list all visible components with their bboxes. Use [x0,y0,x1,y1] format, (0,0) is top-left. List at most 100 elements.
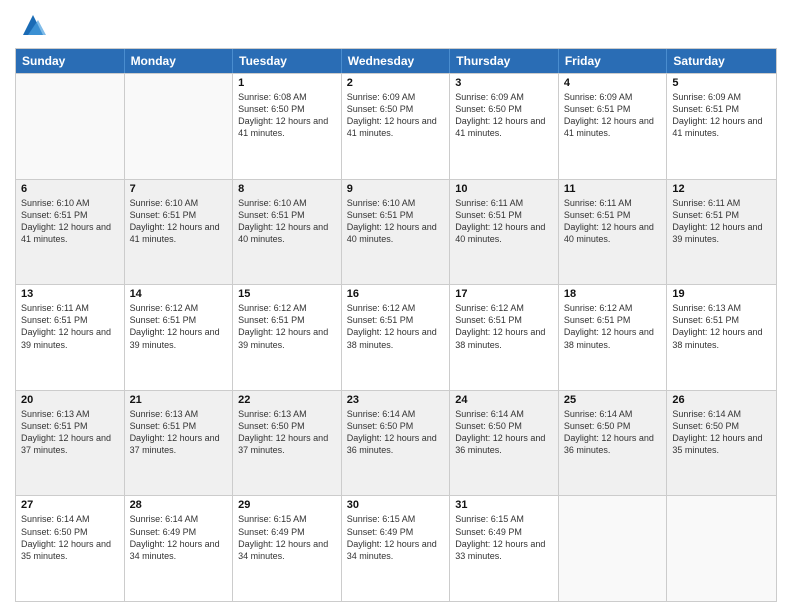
calendar-cell: 22 Sunrise: 6:13 AM Sunset: 6:50 PM Dayli… [233,391,342,496]
cell-info: Sunrise: 6:13 AM Sunset: 6:50 PM Dayligh… [238,408,336,457]
calendar-row-5: 27 Sunrise: 6:14 AM Sunset: 6:50 PM Dayli… [16,495,776,601]
day-number: 16 [347,288,445,300]
calendar-cell: 23Sunrise: 6:14 AM Sunset: 6:50 PM Dayli… [342,391,451,496]
calendar-cell: 1 Sunrise: 6:08 AM Sunset: 6:50 PM Daylig… [233,74,342,179]
calendar-cell [667,496,776,601]
calendar-row-1: 1 Sunrise: 6:08 AM Sunset: 6:50 PM Daylig… [16,73,776,179]
calendar-row-2: 6 Sunrise: 6:10 AM Sunset: 6:51 PM Daylig… [16,179,776,285]
day-number: 6 [21,183,119,195]
calendar-cell: 16Sunrise: 6:12 AM Sunset: 6:51 PM Dayli… [342,285,451,390]
day-number: 12 [672,183,771,195]
calendar-cell: 30 Sunrise: 6:15 AM Sunset: 6:49 PM Dayli… [342,496,451,601]
day-number: 1 [238,77,336,89]
calendar-cell [125,74,234,179]
cell-info: Sunrise: 6:10 AM Sunset: 6:51 PM Dayligh… [130,197,228,246]
cell-info: Sunrise: 6:12 AM Sunset: 6:51 PM Dayligh… [130,302,228,351]
day-number: 31 [455,499,553,511]
day-number: 13 [21,288,119,300]
day-number: 29 [238,499,336,511]
day-number: 2 [347,77,445,89]
day-number: 27 [21,499,119,511]
calendar-cell: 11Sunrise: 6:11 AM Sunset: 6:51 PM Dayli… [559,180,668,285]
day-number: 14 [130,288,228,300]
day-number: 10 [455,183,553,195]
calendar-cell: 17Sunrise: 6:12 AM Sunset: 6:51 PM Dayli… [450,285,559,390]
day-number: 21 [130,394,228,406]
cell-info: Sunrise: 6:14 AM Sunset: 6:50 PM Dayligh… [21,513,119,562]
day-number: 4 [564,77,662,89]
header-day-wednesday: Wednesday [342,49,451,73]
calendar-cell: 12 Sunrise: 6:11 AM Sunset: 6:51 PM Dayli… [667,180,776,285]
logo [15,10,48,40]
calendar-cell: 28 Sunrise: 6:14 AM Sunset: 6:49 PM Dayli… [125,496,234,601]
calendar-cell: 6 Sunrise: 6:10 AM Sunset: 6:51 PM Daylig… [16,180,125,285]
day-number: 22 [238,394,336,406]
calendar-cell: 5 Sunrise: 6:09 AM Sunset: 6:51 PM Daylig… [667,74,776,179]
day-number: 28 [130,499,228,511]
cell-info: Sunrise: 6:09 AM Sunset: 6:51 PM Dayligh… [672,91,771,140]
calendar-row-4: 20 Sunrise: 6:13 AM Sunset: 6:51 PM Dayli… [16,390,776,496]
day-number: 5 [672,77,771,89]
day-number: 25 [564,394,662,406]
calendar-cell: 31 Sunrise: 6:15 AM Sunset: 6:49 PM Dayli… [450,496,559,601]
cell-info: Sunrise: 6:14 AM Sunset: 6:50 PM Dayligh… [564,408,662,457]
header-day-monday: Monday [125,49,234,73]
day-number: 20 [21,394,119,406]
day-number: 3 [455,77,553,89]
day-number: 30 [347,499,445,511]
cell-info: Sunrise: 6:09 AM Sunset: 6:50 PM Dayligh… [455,91,553,140]
day-number: 26 [672,394,771,406]
calendar-cell: 27 Sunrise: 6:14 AM Sunset: 6:50 PM Dayli… [16,496,125,601]
calendar-cell: 19Sunrise: 6:13 AM Sunset: 6:51 PM Dayli… [667,285,776,390]
cell-info: Sunrise: 6:12 AM Sunset: 6:51 PM Dayligh… [238,302,336,351]
calendar-cell [16,74,125,179]
calendar-cell: 25 Sunrise: 6:14 AM Sunset: 6:50 PM Dayli… [559,391,668,496]
calendar-header: SundayMondayTuesdayWednesdayThursdayFrid… [16,49,776,73]
cell-info: Sunrise: 6:08 AM Sunset: 6:50 PM Dayligh… [238,91,336,140]
calendar-cell: 9Sunrise: 6:10 AM Sunset: 6:51 PM Daylig… [342,180,451,285]
calendar-cell: 4 Sunrise: 6:09 AM Sunset: 6:51 PM Daylig… [559,74,668,179]
cell-info: Sunrise: 6:10 AM Sunset: 6:51 PM Dayligh… [238,197,336,246]
cell-info: Sunrise: 6:12 AM Sunset: 6:51 PM Dayligh… [564,302,662,351]
header [15,10,777,40]
day-number: 23 [347,394,445,406]
cell-info: Sunrise: 6:11 AM Sunset: 6:51 PM Dayligh… [21,302,119,351]
day-number: 8 [238,183,336,195]
calendar-cell: 7Sunrise: 6:10 AM Sunset: 6:51 PM Daylig… [125,180,234,285]
cell-info: Sunrise: 6:15 AM Sunset: 6:49 PM Dayligh… [455,513,553,562]
logo-icon [18,10,48,40]
cell-info: Sunrise: 6:13 AM Sunset: 6:51 PM Dayligh… [672,302,771,351]
cell-info: Sunrise: 6:15 AM Sunset: 6:49 PM Dayligh… [238,513,336,562]
cell-info: Sunrise: 6:11 AM Sunset: 6:51 PM Dayligh… [455,197,553,246]
day-number: 15 [238,288,336,300]
day-number: 11 [564,183,662,195]
header-day-tuesday: Tuesday [233,49,342,73]
day-number: 9 [347,183,445,195]
cell-info: Sunrise: 6:10 AM Sunset: 6:51 PM Dayligh… [21,197,119,246]
cell-info: Sunrise: 6:13 AM Sunset: 6:51 PM Dayligh… [130,408,228,457]
calendar-cell: 2Sunrise: 6:09 AM Sunset: 6:50 PM Daylig… [342,74,451,179]
calendar-cell: 18 Sunrise: 6:12 AM Sunset: 6:51 PM Dayli… [559,285,668,390]
cell-info: Sunrise: 6:14 AM Sunset: 6:50 PM Dayligh… [672,408,771,457]
cell-info: Sunrise: 6:14 AM Sunset: 6:49 PM Dayligh… [130,513,228,562]
calendar-cell: 15 Sunrise: 6:12 AM Sunset: 6:51 PM Dayli… [233,285,342,390]
calendar: SundayMondayTuesdayWednesdayThursdayFrid… [15,48,777,602]
calendar-body: 1 Sunrise: 6:08 AM Sunset: 6:50 PM Daylig… [16,73,776,601]
cell-info: Sunrise: 6:12 AM Sunset: 6:51 PM Dayligh… [455,302,553,351]
day-number: 18 [564,288,662,300]
header-day-friday: Friday [559,49,668,73]
cell-info: Sunrise: 6:13 AM Sunset: 6:51 PM Dayligh… [21,408,119,457]
cell-info: Sunrise: 6:11 AM Sunset: 6:51 PM Dayligh… [672,197,771,246]
calendar-cell: 3 Sunrise: 6:09 AM Sunset: 6:50 PM Daylig… [450,74,559,179]
header-day-thursday: Thursday [450,49,559,73]
day-number: 24 [455,394,553,406]
calendar-cell: 10 Sunrise: 6:11 AM Sunset: 6:51 PM Dayli… [450,180,559,285]
calendar-cell: 24Sunrise: 6:14 AM Sunset: 6:50 PM Dayli… [450,391,559,496]
cell-info: Sunrise: 6:09 AM Sunset: 6:51 PM Dayligh… [564,91,662,140]
calendar-cell: 8 Sunrise: 6:10 AM Sunset: 6:51 PM Daylig… [233,180,342,285]
page: SundayMondayTuesdayWednesdayThursdayFrid… [0,0,792,612]
calendar-cell: 13 Sunrise: 6:11 AM Sunset: 6:51 PM Dayli… [16,285,125,390]
calendar-cell: 14 Sunrise: 6:12 AM Sunset: 6:51 PM Dayli… [125,285,234,390]
calendar-cell: 29 Sunrise: 6:15 AM Sunset: 6:49 PM Dayli… [233,496,342,601]
cell-info: Sunrise: 6:15 AM Sunset: 6:49 PM Dayligh… [347,513,445,562]
